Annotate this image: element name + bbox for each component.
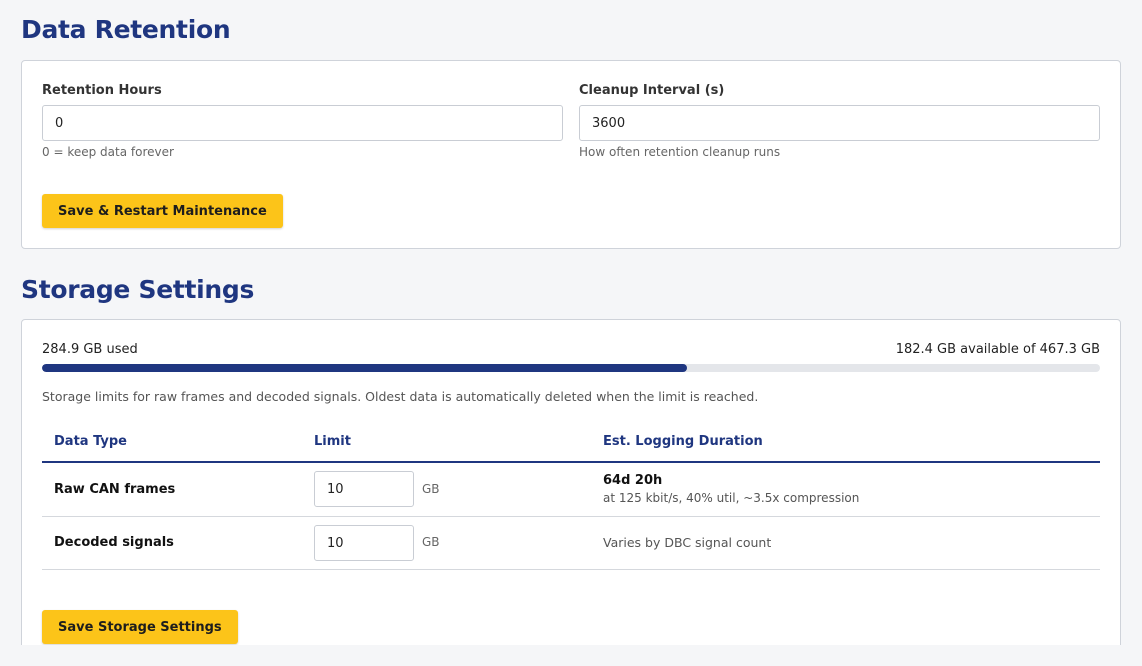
retention-hours-hint: 0 = keep data forever — [42, 145, 174, 159]
row-divider — [42, 516, 1100, 517]
storage-usage-bar — [42, 364, 1100, 372]
raw-frames-duration: 64d 20h — [603, 473, 663, 488]
decoded-signals-limit-input[interactable] — [314, 525, 414, 561]
raw-frames-unit: GB — [422, 482, 440, 496]
row-data-type: Raw CAN frames — [54, 482, 176, 497]
retention-hours-label: Retention Hours — [42, 83, 162, 98]
decoded-signals-duration-note: Varies by DBC signal count — [603, 535, 772, 550]
storage-usage-fill — [42, 364, 688, 372]
storage-settings-card: 284.9 GB used 182.4 GB available of 467.… — [21, 319, 1121, 659]
row-divider — [42, 569, 1100, 570]
page-bottom-edge — [0, 645, 1142, 666]
decoded-signals-unit: GB — [422, 535, 440, 549]
table-header-divider — [42, 461, 1100, 463]
storage-settings-title: Storage Settings — [21, 275, 255, 304]
storage-available-text: 182.4 GB available of 467.3 GB — [895, 342, 1100, 357]
raw-frames-limit-input[interactable] — [314, 471, 414, 507]
cleanup-interval-hint: How often retention cleanup runs — [579, 145, 781, 159]
column-header-duration: Est. Logging Duration — [603, 434, 763, 449]
storage-description: Storage limits for raw frames and decode… — [42, 389, 759, 404]
save-storage-settings-button[interactable]: Save Storage Settings — [42, 610, 238, 644]
raw-frames-duration-note: at 125 kbit/s, 40% util, ~3.5x compressi… — [603, 491, 860, 505]
save-restart-maintenance-button[interactable]: Save & Restart Maintenance — [42, 194, 283, 228]
data-retention-card: Retention Hours 0 = keep data forever Cl… — [21, 60, 1121, 249]
row-data-type: Decoded signals — [54, 535, 174, 550]
retention-hours-input[interactable] — [42, 105, 563, 141]
cleanup-interval-input[interactable] — [579, 105, 1100, 141]
storage-used-text: 284.9 GB used — [42, 342, 138, 357]
data-retention-title: Data Retention — [21, 15, 231, 44]
cleanup-interval-label: Cleanup Interval (s) — [579, 83, 725, 98]
column-header-data-type: Data Type — [54, 434, 127, 449]
column-header-limit: Limit — [314, 434, 351, 449]
